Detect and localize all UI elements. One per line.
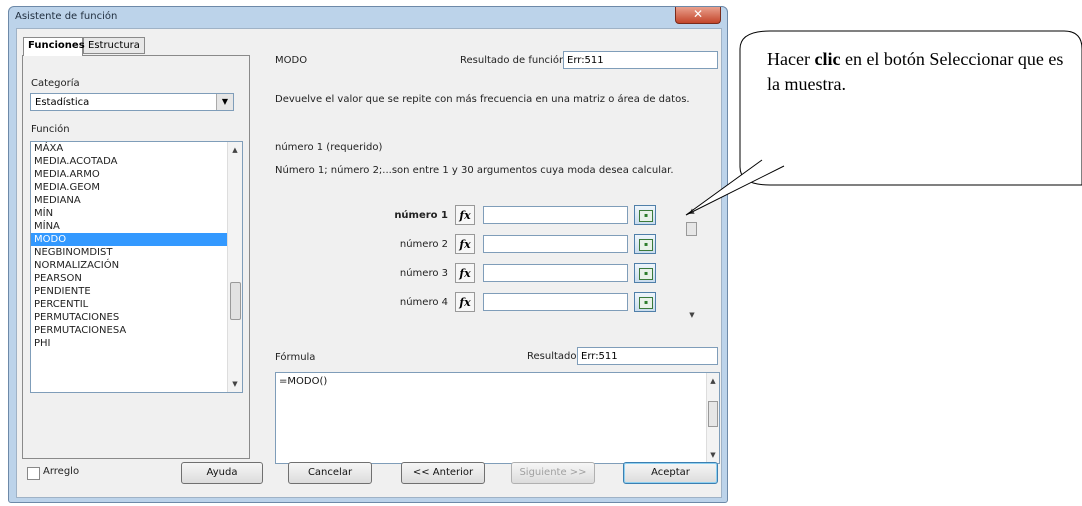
scroll-thumb[interactable] (708, 401, 718, 427)
categoria-select[interactable]: Estadística ▼ (30, 93, 234, 111)
previous-button[interactable]: << Anterior (401, 462, 485, 484)
function-description: Devuelve el valor que se repite con más … (275, 94, 690, 105)
functions-panel: Categoría Estadística ▼ Función MÁXA MEDI… (22, 55, 250, 459)
function-name: MODO (275, 55, 308, 66)
fx-icon[interactable]: fx (455, 205, 475, 225)
scroll-thumb[interactable] (686, 222, 697, 236)
arg-input[interactable] (483, 206, 628, 224)
function-list-item[interactable]: MEDIA.ARMO (31, 168, 242, 181)
function-items: MÁXA MEDIA.ACOTADA MEDIA.ARMO MEDIA.GEOM MED… (31, 142, 242, 350)
function-list-scrollbar[interactable]: ▲ ▼ (227, 142, 242, 392)
select-range-icon: ▪ (639, 297, 653, 309)
arreglo-checkbox[interactable] (27, 467, 40, 480)
resultado-field: Err:511 (577, 347, 718, 365)
dialog-body: Funciones Estructura Categoría Estadísti… (16, 28, 722, 498)
scroll-down-icon[interactable]: ▼ (228, 378, 242, 390)
scroll-down-icon[interactable]: ▼ (685, 309, 699, 321)
function-list-item[interactable]: PEARSON (31, 272, 242, 285)
function-wizard-dialog: Asistente de función ✕ Funciones Estruct… (8, 6, 728, 503)
arg-label: número 2 (399, 239, 448, 250)
resultado-funcion-field: Err:511 (563, 51, 718, 69)
function-list-item[interactable]: PERMUTACIONESA (31, 324, 242, 337)
function-list-item[interactable]: MÍNA (31, 220, 242, 233)
resultado-funcion-label: Resultado de función (460, 55, 566, 66)
tab-funciones[interactable]: Funciones (23, 37, 85, 56)
formula-label: Fórmula (275, 352, 316, 363)
function-list-item[interactable]: MEDIA.ACOTADA (31, 155, 242, 168)
select-range-icon: ▪ (639, 268, 653, 280)
scroll-up-icon[interactable]: ▲ (685, 205, 699, 217)
resultado-label: Resultado (527, 351, 577, 362)
function-list-item[interactable]: NEGBINOMDIST (31, 246, 242, 259)
function-list-item[interactable]: MEDIA.GEOM (31, 181, 242, 194)
function-list[interactable]: MÁXA MEDIA.ACOTADA MEDIA.ARMO MEDIA.GEOM MED… (30, 141, 243, 393)
function-list-item[interactable]: PERMUTACIONES (31, 311, 242, 324)
arg-label: número 3 (399, 268, 448, 279)
function-list-item[interactable]: PHI (31, 337, 242, 350)
function-list-item[interactable]: MÍN (31, 207, 242, 220)
formula-editor[interactable]: =MODO() ▲ ▼ (275, 372, 720, 464)
fx-icon[interactable]: fx (455, 292, 475, 312)
select-range-button[interactable]: ▪ (634, 292, 656, 312)
arreglo-label: Arreglo (43, 466, 80, 477)
arg-input[interactable] (483, 264, 628, 282)
categoria-value: Estadística (35, 97, 90, 108)
function-list-item[interactable]: MEDIANA (31, 194, 242, 207)
help-button[interactable]: Ayuda (181, 462, 263, 484)
select-range-button[interactable]: ▪ (634, 263, 656, 283)
select-range-icon: ▪ (639, 239, 653, 251)
title-bar: Asistente de función ✕ (9, 7, 727, 29)
select-range-icon: ▪ (639, 210, 653, 222)
function-list-item[interactable]: MODO (31, 233, 242, 246)
function-list-item[interactable]: PENDIENTE (31, 285, 242, 298)
param-description: Número 1; número 2;...son entre 1 y 30 a… (275, 165, 674, 176)
fx-icon[interactable]: fx (455, 263, 475, 283)
next-button: Siguiente >> (511, 462, 595, 484)
window-title: Asistente de función (15, 11, 118, 22)
param-title: número 1 (requerido) (275, 142, 383, 153)
scroll-thumb[interactable] (230, 282, 241, 320)
chevron-down-icon[interactable]: ▼ (216, 94, 233, 110)
arg-label: número 1 (394, 210, 448, 221)
select-range-button[interactable]: ▪ (634, 234, 656, 254)
arg-label: número 4 (399, 297, 448, 308)
scroll-down-icon[interactable]: ▼ (707, 449, 719, 461)
categoria-label: Categoría (31, 78, 80, 89)
formula-text: =MODO() (279, 376, 328, 387)
scroll-up-icon[interactable]: ▲ (707, 375, 719, 387)
ok-button[interactable]: Aceptar (623, 462, 718, 484)
function-list-item[interactable]: NORMALIZACIÓN (31, 259, 242, 272)
args-scrollbar[interactable]: ▲ ▼ (685, 205, 697, 321)
function-list-item[interactable]: MÁXA (31, 142, 242, 155)
fx-icon[interactable]: fx (455, 234, 475, 254)
cancel-button[interactable]: Cancelar (288, 462, 372, 484)
callout-pre: Hacer (767, 49, 815, 69)
close-button[interactable]: ✕ (675, 7, 721, 24)
tab-estructura[interactable]: Estructura (83, 37, 145, 54)
select-range-button[interactable]: ▪ (634, 205, 656, 225)
function-list-item[interactable]: PERCENTIL (31, 298, 242, 311)
funcion-label: Función (31, 124, 70, 135)
scroll-up-icon[interactable]: ▲ (228, 144, 242, 156)
callout-text: Hacer clic en el botón Seleccionar que e… (767, 47, 1067, 97)
callout-bold: clic (814, 49, 841, 69)
arg-input[interactable] (483, 235, 628, 253)
resultado-funcion-value: Err:511 (567, 55, 604, 66)
resultado-value: Err:511 (581, 351, 618, 362)
formula-scrollbar[interactable]: ▲ ▼ (706, 373, 719, 463)
arg-input[interactable] (483, 293, 628, 311)
